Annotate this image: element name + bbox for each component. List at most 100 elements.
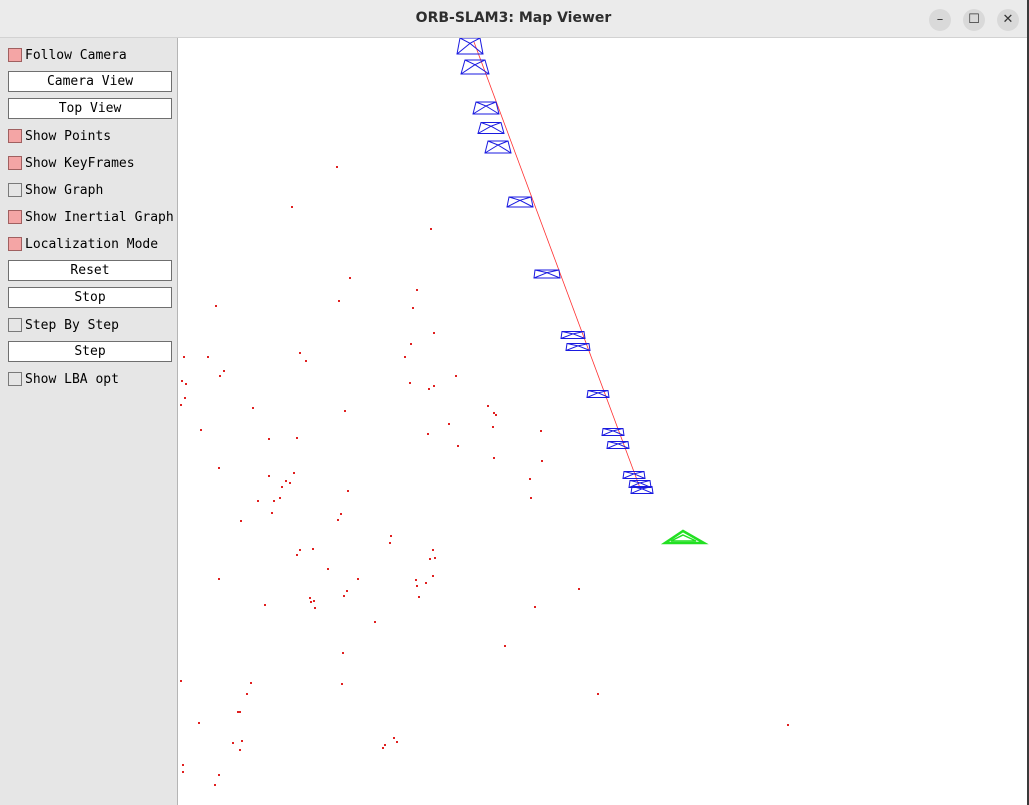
map-point (341, 683, 343, 685)
map-point (184, 397, 186, 399)
follow-camera-checkbox[interactable] (8, 48, 22, 62)
map-point (271, 512, 273, 514)
title-bar[interactable]: ORB-SLAM3: Map Viewer – ☐ ✕ (0, 0, 1027, 38)
map-point (349, 277, 351, 279)
map-point (343, 595, 345, 597)
map-point (264, 604, 266, 606)
map-point (252, 407, 254, 409)
map-point (493, 457, 495, 459)
control-panel: Follow Camera Camera View Top View Show … (0, 38, 178, 805)
step-by-step-toggle[interactable]: Step By Step (8, 315, 119, 335)
map-point (182, 764, 184, 766)
map-point (299, 549, 301, 551)
inertial-trajectory-line (473, 41, 641, 489)
show-points-toggle[interactable]: Show Points (8, 126, 111, 146)
step-by-step-label: Step By Step (25, 317, 119, 333)
map-point (415, 579, 417, 581)
map-point (273, 500, 275, 502)
map-point (336, 166, 338, 168)
map-point (218, 578, 220, 580)
show-graph-toggle[interactable]: Show Graph (8, 180, 103, 200)
map-viewport[interactable] (178, 38, 1027, 805)
map-point (787, 724, 789, 726)
map-point (207, 356, 209, 358)
map-point (434, 557, 436, 559)
show-graph-checkbox[interactable] (8, 183, 22, 197)
map-point (268, 475, 270, 477)
current-camera-frustum (660, 529, 709, 545)
map-point (237, 711, 239, 713)
map-scene[interactable] (178, 38, 1027, 805)
show-points-checkbox[interactable] (8, 129, 22, 143)
reset-button[interactable]: Reset (8, 260, 172, 281)
map-point (433, 332, 435, 334)
minimize-button[interactable]: – (929, 9, 951, 31)
window-title: ORB-SLAM3: Map Viewer (415, 10, 612, 26)
map-point (246, 693, 248, 695)
step-button[interactable]: Step (8, 341, 172, 362)
map-point (410, 343, 412, 345)
map-point (239, 711, 241, 713)
map-point (239, 749, 241, 751)
localization-mode-toggle[interactable]: Localization Mode (8, 234, 158, 254)
show-lba-opt-label: Show LBA opt (25, 371, 119, 387)
map-point (493, 412, 495, 414)
map-point (310, 601, 312, 603)
map-point (293, 472, 295, 474)
map-point (268, 438, 270, 440)
map-point (346, 590, 348, 592)
map-point (409, 382, 411, 384)
map-point (309, 597, 311, 599)
keyframe-frustum (484, 140, 512, 154)
map-point (200, 429, 202, 431)
map-point (432, 549, 434, 551)
map-point (241, 740, 243, 742)
localization-mode-checkbox[interactable] (8, 237, 22, 251)
show-keyframes-toggle[interactable]: Show KeyFrames (8, 153, 135, 173)
show-lba-opt-toggle[interactable]: Show LBA opt (8, 369, 119, 389)
map-point (578, 588, 580, 590)
map-point (338, 300, 340, 302)
follow-camera-label: Follow Camera (25, 47, 127, 63)
stop-button[interactable]: Stop (8, 287, 172, 308)
map-point (427, 433, 429, 435)
close-button[interactable]: ✕ (997, 9, 1019, 31)
keyframes-layer (456, 38, 654, 494)
show-keyframes-checkbox[interactable] (8, 156, 22, 170)
map-point (215, 305, 217, 307)
map-point (250, 682, 252, 684)
map-point (180, 680, 182, 682)
top-view-button[interactable]: Top View (8, 98, 172, 119)
map-viewer-window: ORB-SLAM3: Map Viewer – ☐ ✕ Follow Camer… (0, 0, 1027, 805)
keyframe-frustum (560, 331, 586, 339)
map-point (418, 596, 420, 598)
show-lba-opt-checkbox[interactable] (8, 372, 22, 386)
map-point (337, 519, 339, 521)
map-point (384, 744, 386, 746)
show-points-label: Show Points (25, 128, 112, 144)
show-inertial-graph-toggle[interactable]: Show Inertial Graph (8, 207, 174, 227)
map-point (432, 575, 434, 577)
map-point (530, 497, 532, 499)
map-point (428, 388, 430, 390)
map-point (314, 607, 316, 609)
map-point (289, 482, 291, 484)
map-point (541, 460, 543, 462)
map-point (448, 423, 450, 425)
show-inertial-graph-checkbox[interactable] (8, 210, 22, 224)
map-point (487, 405, 489, 407)
map-point (291, 206, 293, 208)
follow-camera-toggle[interactable]: Follow Camera (8, 45, 127, 65)
map-point (219, 375, 221, 377)
maximize-button[interactable]: ☐ (963, 9, 985, 31)
camera-view-button[interactable]: Camera View (8, 71, 172, 92)
map-point (433, 385, 435, 387)
map-point (495, 414, 497, 416)
map-point (404, 356, 406, 358)
step-by-step-checkbox[interactable] (8, 318, 22, 332)
map-point (393, 737, 395, 739)
map-point (181, 380, 183, 382)
map-point (597, 693, 599, 695)
map-point (390, 535, 392, 537)
map-point (347, 490, 349, 492)
